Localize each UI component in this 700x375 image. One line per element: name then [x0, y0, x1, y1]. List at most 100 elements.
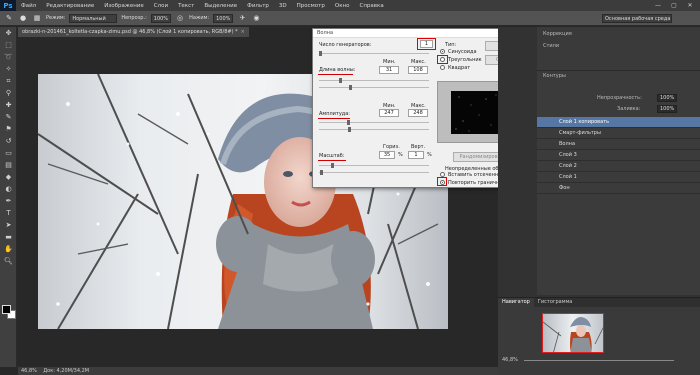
- marquee-tool-icon[interactable]: ⬚: [0, 39, 17, 51]
- wavelength-label: Длина волны:: [319, 67, 356, 73]
- hand-tool-icon[interactable]: ✋: [0, 243, 17, 255]
- tab-paths[interactable]: Контуры: [543, 73, 566, 79]
- layer-row[interactable]: Смарт-фильтры: [537, 128, 700, 139]
- navigator-thumbnail[interactable]: [542, 313, 604, 353]
- menu-text[interactable]: Текст: [173, 3, 199, 9]
- amplitude-min-slider[interactable]: [319, 120, 429, 125]
- generators-label: Число генераторов:: [319, 42, 372, 48]
- layer-fill-label: Заливка:: [617, 106, 641, 112]
- type-tool-icon[interactable]: T: [0, 207, 17, 219]
- shape-tool-icon[interactable]: ▬: [0, 231, 17, 243]
- scale-vertical-field[interactable]: 1: [408, 151, 424, 159]
- slider-knob[interactable]: [339, 78, 342, 83]
- layer-row[interactable]: Слой 2: [537, 161, 700, 172]
- airbrush-icon[interactable]: ✈: [237, 14, 247, 23]
- navigator-zoom-slider[interactable]: [524, 360, 674, 361]
- horizontal-label: Гориз.: [383, 144, 400, 150]
- document-tab[interactable]: obrazki-n-201461_koltetla-czapka-zimu.ps…: [18, 27, 249, 37]
- wavelength-max-field[interactable]: 108: [408, 66, 428, 74]
- foreground-color-swatch[interactable]: [2, 305, 11, 314]
- history-brush-icon[interactable]: ↺: [0, 135, 17, 147]
- type-label: Тип:: [445, 42, 457, 48]
- layer-row[interactable]: Слой 3: [537, 150, 700, 161]
- brush-tool-icon[interactable]: ✎: [0, 111, 17, 123]
- navigator-zoom[interactable]: 46,8%: [502, 357, 518, 363]
- slider-knob[interactable]: [348, 127, 351, 132]
- tab-navigator[interactable]: Навигатор: [498, 298, 534, 307]
- amplitude-min-field[interactable]: 247: [379, 109, 399, 117]
- layer-fill-field[interactable]: 100%: [657, 105, 678, 113]
- zoom-tool-icon[interactable]: 🔍︎: [0, 255, 17, 267]
- pressure-opacity-icon[interactable]: ◎: [175, 14, 185, 23]
- amplitude-max-slider[interactable]: [319, 127, 429, 132]
- tab-adjustments[interactable]: Коррекция: [543, 31, 572, 37]
- amplitude-max-field[interactable]: 248: [408, 109, 428, 117]
- layer-row[interactable]: Волна: [537, 139, 700, 150]
- gradient-tool-icon[interactable]: ▤: [0, 159, 17, 171]
- move-tool-icon[interactable]: ✥: [0, 27, 17, 39]
- tab-histogram[interactable]: Гистограмма: [534, 298, 577, 307]
- pen-tool-icon[interactable]: ✒: [0, 195, 17, 207]
- dodge-tool-icon[interactable]: ◐: [0, 183, 17, 195]
- mode-label: Режим:: [46, 15, 66, 21]
- amplitude-label: Амплитуда:: [319, 111, 350, 117]
- brush-preset-icon[interactable]: ●: [18, 14, 28, 23]
- type-square-radio[interactable]: [440, 65, 445, 70]
- menu-select[interactable]: Выделение: [199, 3, 242, 9]
- layer-row[interactable]: Слой 1: [537, 172, 700, 183]
- opacity-field[interactable]: 100%: [150, 13, 172, 23]
- menu-3d[interactable]: 3D: [274, 3, 292, 9]
- menu-image[interactable]: Изображение: [99, 3, 149, 9]
- pressure-size-icon[interactable]: ◉: [251, 14, 261, 23]
- eraser-tool-icon[interactable]: ▭: [0, 147, 17, 159]
- zoom-readout[interactable]: 46,8%: [21, 368, 37, 374]
- menu-window[interactable]: Окно: [330, 3, 355, 9]
- quick-select-tool-icon[interactable]: ✧: [0, 63, 17, 75]
- layer-row[interactable]: Фон: [537, 183, 700, 194]
- menu-file[interactable]: Файл: [16, 3, 41, 9]
- lasso-tool-icon[interactable]: ➰: [0, 51, 17, 63]
- menu-layers[interactable]: Слои: [149, 3, 173, 9]
- close-tab-icon[interactable]: ×: [241, 29, 245, 35]
- layer-opacity-field[interactable]: 100%: [657, 94, 678, 102]
- brush-tool-icon[interactable]: ✎: [4, 14, 14, 23]
- brush-panel-icon[interactable]: ▦: [32, 14, 42, 23]
- maximize-icon[interactable]: ▢: [667, 1, 681, 10]
- type-sine-radio[interactable]: [440, 49, 445, 54]
- menu-filter[interactable]: Фильтр: [242, 3, 274, 9]
- menu-edit[interactable]: Редактирование: [41, 3, 99, 9]
- slider-knob[interactable]: [320, 170, 323, 175]
- wavelength-min-field[interactable]: 31: [379, 66, 399, 74]
- scale-horizontal-field[interactable]: 35: [379, 151, 395, 159]
- slider-knob[interactable]: [347, 120, 350, 125]
- path-select-tool-icon[interactable]: ➤: [0, 219, 17, 231]
- workspace-select[interactable]: Основная рабочая среда: [602, 14, 672, 23]
- layers-panel: Контуры Непрозрачность: 100% Заливка: 10…: [537, 70, 700, 295]
- slider-knob[interactable]: [319, 51, 322, 56]
- crop-tool-icon[interactable]: ⌗: [0, 75, 17, 87]
- mode-select[interactable]: Нормальный: [69, 13, 118, 23]
- flow-field[interactable]: 100%: [213, 13, 234, 23]
- menu-view[interactable]: Просмотр: [292, 3, 330, 9]
- scale-horizontal-slider[interactable]: [319, 163, 429, 168]
- minimize-icon[interactable]: —: [651, 1, 665, 10]
- wavelength-min-slider[interactable]: [319, 78, 429, 83]
- eyedropper-tool-icon[interactable]: ⚲: [0, 87, 17, 99]
- generators-slider[interactable]: [319, 51, 429, 56]
- wavelength-max-slider[interactable]: [319, 85, 429, 90]
- close-icon[interactable]: ✕: [683, 1, 697, 10]
- menu-help[interactable]: Справка: [354, 3, 388, 9]
- navigator-thumbnail-image: [543, 317, 603, 352]
- max-label: Макс.: [411, 59, 426, 65]
- slider-knob[interactable]: [349, 85, 352, 90]
- percent-label: %: [427, 152, 432, 158]
- slider-knob[interactable]: [331, 163, 334, 168]
- blur-tool-icon[interactable]: ◆: [0, 171, 17, 183]
- stamp-tool-icon[interactable]: ⚑: [0, 123, 17, 135]
- layer-opacity-label: Непрозрачность:: [597, 95, 642, 101]
- layer-row[interactable]: Слой 1 копировать: [537, 117, 700, 128]
- tab-styles[interactable]: Стили: [543, 43, 559, 49]
- healing-tool-icon[interactable]: ✚: [0, 99, 17, 111]
- opacity-label: Непрозр.:: [121, 15, 147, 21]
- scale-vertical-slider[interactable]: [319, 170, 429, 175]
